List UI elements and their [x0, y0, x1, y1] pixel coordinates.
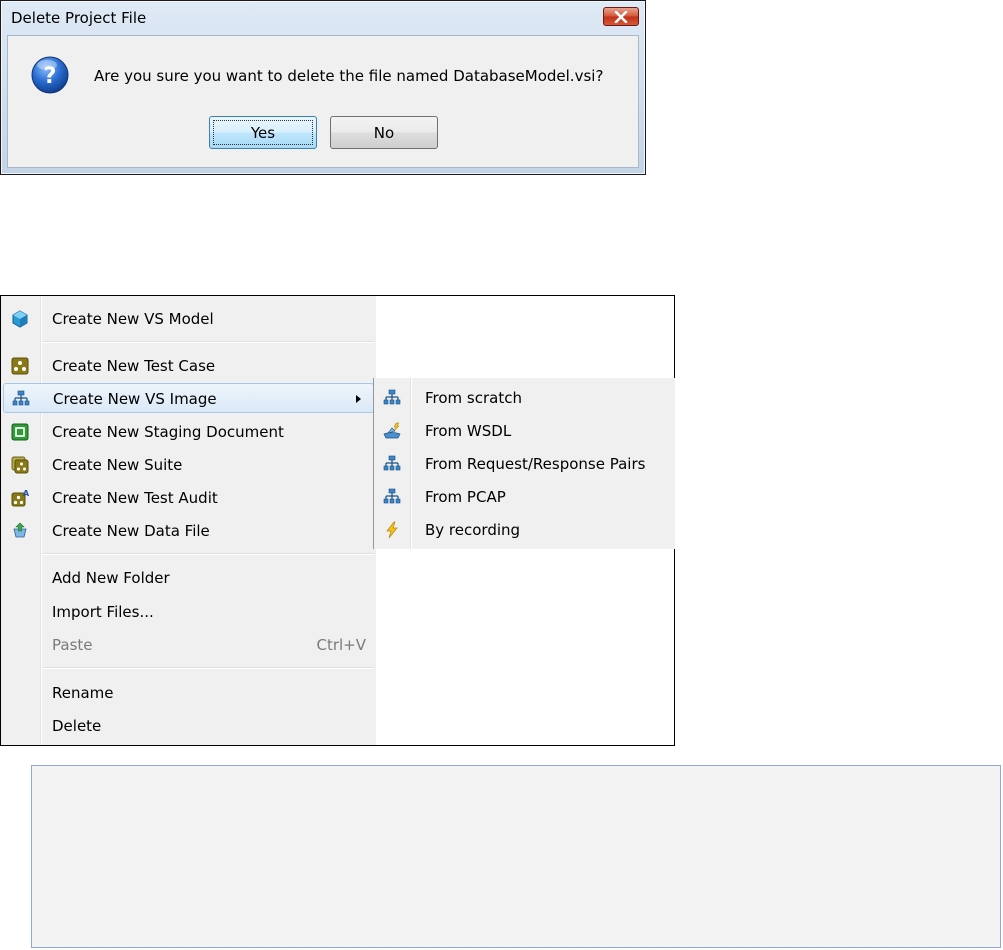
lightning-icon — [386, 521, 398, 539]
submenu-item-by-recording[interactable]: By recording — [374, 513, 674, 546]
submenu-item-label: From WSDL — [425, 422, 512, 440]
empty-panel — [31, 765, 1001, 948]
menu-item-create-vs-image[interactable]: Create New VS Image — [3, 383, 374, 413]
dialog-message: Are you sure you want to delete the file… — [94, 67, 604, 85]
menu-item-create-test-audit[interactable]: A Create New Test Audit — [3, 483, 374, 513]
wsdl-icon — [383, 422, 401, 439]
delete-project-file-dialog: Delete Project File ? Are you sure you w… — [0, 0, 646, 175]
menu-item-label: Paste — [52, 636, 93, 654]
menu-item-label: Create New Data File — [52, 522, 210, 540]
submenu-item-label: By recording — [425, 521, 521, 539]
menu-item-label: Rename — [52, 684, 114, 702]
menu-item-label: Create New Test Case — [52, 357, 216, 375]
menu-item-add-new-folder[interactable]: Add New Folder — [3, 563, 374, 593]
submenu-item-label: From PCAP — [425, 488, 506, 506]
suite-icon — [11, 456, 29, 474]
menu-item-create-vs-model[interactable]: Create New VS Model — [3, 304, 374, 334]
close-button[interactable] — [603, 7, 639, 26]
menu-item-create-data-file[interactable]: Create New Data File — [3, 516, 374, 546]
dialog-titlebar[interactable]: Delete Project File — [1, 1, 645, 35]
menu-item-label: Create New VS Model — [52, 310, 214, 328]
submenu-item-from-scratch[interactable]: From scratch — [374, 381, 674, 414]
submenu-item-from-wsdl[interactable]: From WSDL — [374, 414, 674, 447]
close-icon — [614, 10, 628, 23]
test-case-icon — [11, 357, 29, 375]
yes-button[interactable]: Yes — [209, 116, 317, 149]
svg-text:A: A — [23, 489, 29, 498]
menu-item-create-staging-document[interactable]: Create New Staging Document — [3, 417, 374, 447]
menu-item-label: Create New VS Image — [53, 390, 217, 408]
menu-item-label: Delete — [52, 717, 102, 735]
menu-item-paste: Paste Ctrl+V — [3, 630, 374, 660]
menu-separator — [42, 553, 374, 554]
context-menu: Create New VS Model Create New Test Case — [1, 296, 376, 745]
menu-item-delete[interactable]: Delete — [3, 711, 374, 741]
menu-item-label: Create New Staging Document — [52, 423, 284, 441]
network-icon — [383, 488, 401, 504]
menu-item-label: Create New Suite — [52, 456, 183, 474]
submenu-item-label: From scratch — [425, 389, 522, 407]
submenu-item-from-request-response-pairs[interactable]: From Request/Response Pairs — [374, 447, 674, 480]
network-icon — [383, 389, 401, 405]
test-audit-icon: A — [11, 489, 29, 507]
submenu-arrow-icon — [356, 395, 361, 403]
vs-model-icon — [12, 310, 28, 328]
menu-item-label: Create New Test Audit — [52, 489, 218, 507]
paste-shortcut: Ctrl+V — [316, 636, 366, 654]
menu-item-label: Add New Folder — [52, 569, 170, 587]
submenu-item-label: From Request/Response Pairs — [425, 455, 646, 473]
menu-item-create-suite[interactable]: Create New Suite — [3, 450, 374, 480]
menu-separator — [42, 667, 374, 668]
menu-item-import-files[interactable]: Import Files... — [3, 597, 374, 627]
svg-text:?: ? — [44, 64, 57, 89]
question-icon: ? — [31, 56, 69, 94]
network-icon — [383, 455, 401, 471]
data-file-icon — [13, 522, 27, 538]
menu-separator — [42, 341, 374, 342]
vs-image-submenu: From scratch From WSDL From Request/Resp… — [373, 378, 675, 549]
vs-image-icon — [12, 390, 30, 406]
menu-item-rename[interactable]: Rename — [3, 678, 374, 708]
dialog-title: Delete Project File — [11, 9, 147, 27]
submenu-item-from-pcap[interactable]: From PCAP — [374, 480, 674, 513]
dialog-content: ? Are you sure you want to delete the fi… — [7, 35, 639, 168]
menu-item-label: Import Files... — [52, 603, 154, 621]
context-menu-screenshot: Create New VS Model Create New Test Case — [0, 295, 675, 746]
staging-document-icon — [11, 423, 29, 441]
no-button[interactable]: No — [330, 116, 438, 149]
menu-item-create-test-case[interactable]: Create New Test Case — [3, 351, 374, 381]
